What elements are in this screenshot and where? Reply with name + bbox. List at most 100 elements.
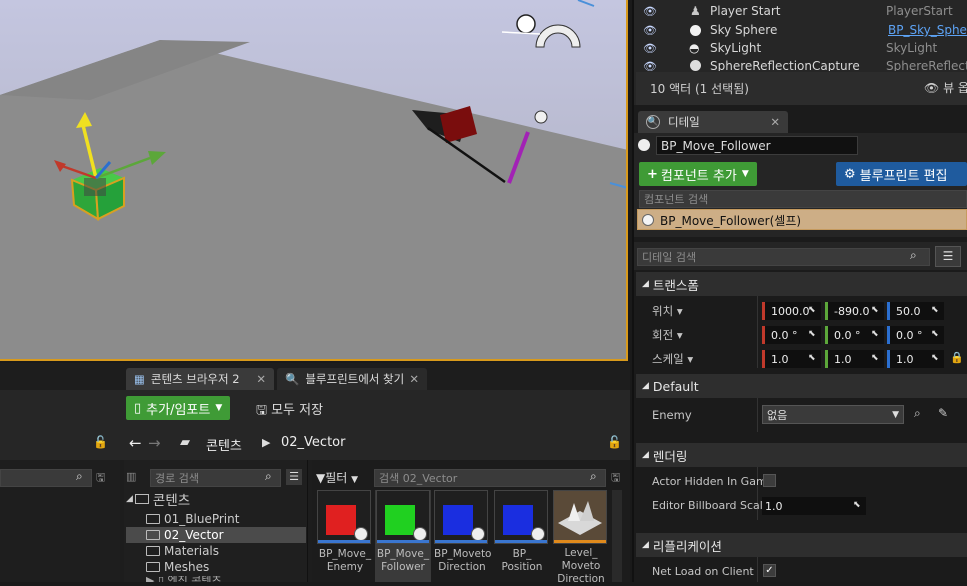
eyedropper-icon[interactable]: ✎: [938, 406, 948, 420]
back-arrow-icon[interactable]: ←: [129, 434, 142, 452]
close-icon[interactable]: ✕: [770, 115, 780, 129]
tab-find-in-blueprints[interactable]: 🔍 블루프린트에서 찾기 ✕: [277, 368, 427, 390]
gear-icon: ⚙: [844, 166, 856, 182]
forward-arrow-icon[interactable]: →: [148, 434, 161, 452]
rotation-y-field[interactable]: 0.0 ° ⬉: [825, 326, 884, 344]
net-load-label: Net Load on Client: [652, 565, 754, 578]
save-icon[interactable]: 🖫: [96, 469, 105, 488]
category-default[interactable]: ◢ Default: [636, 374, 967, 398]
search-icon[interactable]: ⌕: [910, 248, 917, 263]
tree-item-folder[interactable]: Materials: [126, 543, 306, 559]
breadcrumb-root[interactable]: 콘텐츠: [206, 435, 242, 454]
scale-y-field[interactable]: 1.0 ⬉: [825, 350, 884, 368]
tab-content-browser[interactable]: ▦ 콘텐츠 브라우저 2 ✕: [126, 368, 274, 390]
asset-tile[interactable]: BP_ Position: [494, 490, 550, 582]
asset-tile[interactable]: BP_Moveto Direction: [434, 490, 491, 582]
browse-search-icon[interactable]: ⌕: [914, 406, 921, 421]
path-search-input[interactable]: 경로 검색: [150, 469, 281, 487]
chevron-down-icon: ▼: [215, 403, 223, 413]
lock-icon[interactable]: 🔒: [950, 351, 964, 364]
drag-arrow-icon[interactable]: ⬉: [931, 353, 941, 363]
asset-scrollbar[interactable]: [612, 490, 622, 582]
tree-item-content[interactable]: ◢ 콘텐츠: [126, 491, 306, 509]
breadcrumb-current[interactable]: 02_Vector: [281, 435, 345, 450]
eye-icon[interactable]: 👁: [643, 60, 657, 71]
level-viewport[interactable]: [0, 0, 628, 361]
rotation-label[interactable]: 회전 ▾: [652, 327, 683, 343]
scale-z-field[interactable]: 1.0 ⬉: [887, 350, 944, 368]
search-icon[interactable]: ⌕: [76, 469, 83, 484]
rotation-z-field[interactable]: 0.0 ° ⬉: [887, 326, 944, 344]
folder-icon: ▰: [180, 435, 190, 450]
save-all-button[interactable]: 🖫 모두 저장: [256, 399, 323, 423]
component-row-self[interactable]: BP_Move_Follower(셀프): [637, 209, 967, 230]
filter-button[interactable]: ▼필터 ▼: [316, 469, 358, 486]
sources-toggle-icon[interactable]: ▥: [126, 470, 136, 483]
outliner-item-type-link[interactable]: BP_Sky_Sphe: [888, 23, 967, 37]
tree-item-label: Meshes: [164, 560, 210, 574]
save-all-label: 모두 저장: [271, 403, 324, 418]
lock-icon[interactable]: 🔓: [607, 435, 622, 449]
drag-arrow-icon[interactable]: ⬉: [808, 329, 818, 339]
view-options-list-icon[interactable]: ☰: [935, 246, 961, 267]
actor-hidden-checkbox[interactable]: [763, 474, 776, 487]
rotation-x-field[interactable]: 0.0 ° ⬉: [762, 326, 821, 344]
search-icon[interactable]: ⌕: [265, 469, 272, 484]
tab-details[interactable]: 🔍 디테일 ✕: [638, 111, 788, 133]
skylight-icon: ◓: [689, 41, 700, 55]
drag-arrow-icon[interactable]: ⬉: [871, 329, 881, 339]
filter-label: 필터: [325, 471, 348, 485]
close-icon[interactable]: ✕: [409, 372, 419, 386]
category-rendering[interactable]: ◢ 렌더링: [636, 443, 967, 467]
edit-blueprint-button[interactable]: ⚙ 블루프린트 편집: [836, 162, 967, 186]
asset-tile-selected[interactable]: BP_Move_ Follower: [375, 490, 431, 582]
location-label[interactable]: 위치 ▾: [652, 303, 683, 319]
eye-icon[interactable]: 👁: [643, 42, 657, 55]
asset-tile[interactable]: Level_ Moveto Direction: [553, 490, 609, 585]
billboard-scale-field[interactable]: 1.0 ⬉: [762, 497, 866, 515]
drag-arrow-icon[interactable]: ⬉: [871, 305, 881, 315]
close-icon[interactable]: ✕: [256, 372, 266, 386]
eye-icon[interactable]: 👁: [643, 24, 657, 37]
scale-x-field[interactable]: 1.0 ⬉: [762, 350, 821, 368]
outliner-row[interactable]: 👁 Sky Sphere BP_Sky_Sphe: [636, 21, 967, 39]
add-component-button[interactable]: + 컴포넌트 추가 ▼: [639, 162, 757, 186]
add-import-button[interactable]: ▯ 추가/임포트 ▼: [126, 396, 231, 420]
location-x-field[interactable]: 1000.0 ⬉: [762, 302, 821, 320]
asset-search-input[interactable]: 검색 02_Vector: [374, 469, 606, 487]
lock-icon[interactable]: 🔓: [93, 435, 108, 449]
details-search-input[interactable]: 디테일 검색: [637, 248, 930, 266]
category-replication[interactable]: ◢ 리플리케이션: [636, 533, 967, 557]
eye-icon[interactable]: 👁: [643, 5, 657, 18]
outliner-item-name: Sky Sphere: [710, 23, 778, 37]
component-search-input[interactable]: 컴포넌트 검색: [639, 190, 967, 208]
drag-arrow-icon[interactable]: ⬉: [931, 329, 941, 339]
view-options-button[interactable]: 👁 뷰 옵: [924, 79, 967, 96]
outliner-row[interactable]: 👁 ◓ SkyLight SkyLight: [636, 39, 967, 57]
chevron-down-icon: ▼: [741, 169, 749, 179]
tree-item-folder[interactable]: 01_BluePrint: [126, 511, 306, 527]
scale-label[interactable]: 스케일 ▾: [652, 351, 693, 367]
net-load-checkbox[interactable]: ✓: [763, 564, 776, 577]
search-icon[interactable]: ⌕: [590, 469, 597, 484]
view-options-list-icon[interactable]: ☰: [286, 469, 302, 485]
blueprint-thumbnail: [376, 490, 430, 544]
outliner-row[interactable]: 👁 SphereReflectionCapture SphereReflecti…: [636, 57, 967, 71]
outliner-row[interactable]: 👁 ♟ Player Start PlayerStart: [636, 2, 967, 20]
location-y-field[interactable]: -890.0 ⬉: [825, 302, 884, 320]
category-transform[interactable]: ◢ 트랜스폼: [636, 272, 967, 296]
drag-arrow-icon[interactable]: ⬉: [808, 305, 818, 315]
location-z-field[interactable]: 50.0 ⬉: [887, 302, 944, 320]
drag-arrow-icon[interactable]: ⬉: [808, 353, 818, 363]
drag-arrow-icon[interactable]: ⬉: [853, 500, 863, 510]
drag-arrow-icon[interactable]: ⬉: [931, 305, 941, 315]
enemy-value: 없음: [767, 408, 788, 422]
actor-name-field[interactable]: BP_Move_Follower: [656, 136, 858, 155]
tab-details-label: 디테일: [668, 115, 700, 129]
tree-item-folder[interactable]: Meshes: [126, 559, 306, 575]
asset-tile[interactable]: BP_Move_ Enemy: [317, 490, 373, 582]
drag-arrow-icon[interactable]: ⬉: [871, 353, 881, 363]
enemy-select[interactable]: 없음 ▼: [762, 405, 904, 424]
tree-item-folder-selected[interactable]: 02_Vector: [126, 527, 306, 543]
save-icon[interactable]: 🖫: [611, 469, 620, 488]
